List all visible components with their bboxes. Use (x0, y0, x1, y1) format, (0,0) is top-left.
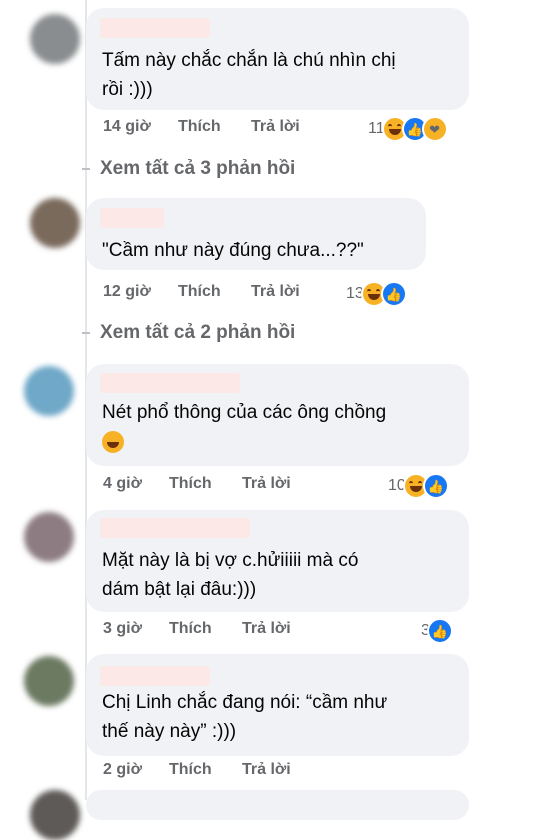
timestamp[interactable]: 3 giờ (103, 620, 169, 638)
comment-bubble: Nét phổ thông của các ông chồng (86, 364, 469, 466)
reaction-summary[interactable]: 3 👍 (421, 618, 453, 644)
reply-link[interactable]: Trả lời (242, 620, 291, 638)
like-link[interactable]: Thích (169, 620, 242, 638)
reply-dash (82, 168, 90, 170)
like-link[interactable]: Thích (169, 475, 242, 493)
reaction-summary[interactable]: 10 👍 (388, 473, 449, 499)
haha-icon (381, 116, 408, 142)
reply-link[interactable]: Trả lời (251, 283, 300, 301)
comment-bubble: Mặt này là bị vợ c.hửiiiii mà có dám bật… (86, 510, 469, 612)
like-link[interactable]: Thích (178, 118, 251, 136)
reaction-summary[interactable]: 13 👍 (346, 281, 407, 307)
view-replies-link[interactable]: Xem tất cả 3 phản hồi (82, 158, 295, 180)
author-name-redacted[interactable] (100, 373, 240, 393)
reply-link[interactable]: Trả lời (242, 761, 291, 779)
comment-bubble: Tấm này chắc chắn là chú nhìn chị rồi :)… (86, 8, 469, 110)
comment-actions: 12 giờ Thích Trả lời (103, 283, 300, 301)
like-link[interactable]: Thích (169, 761, 242, 779)
author-name-redacted[interactable] (100, 208, 164, 228)
reply-link[interactable]: Trả lời (251, 118, 300, 136)
comment-text: "Cầm như này đúng chưa...??" (102, 240, 364, 261)
avatar[interactable] (30, 790, 80, 840)
comment-bubble: "Cầm như này đúng chưa...??" (86, 198, 426, 270)
author-name-redacted[interactable] (100, 518, 250, 538)
timestamp[interactable]: 2 giờ (103, 761, 169, 779)
timestamp[interactable]: 12 giờ (103, 283, 178, 301)
like-link[interactable]: Thích (178, 283, 251, 301)
view-replies-label: Xem tất cả 3 phản hồi (100, 158, 296, 179)
view-replies-label: Xem tất cả 2 phản hồi (100, 322, 296, 343)
comment-actions: 4 giờ Thích Trả lời (103, 475, 291, 493)
comment-text: Tấm này chắc chắn là chú nhìn chị rồi :)… (102, 50, 396, 100)
laughing-emoji-icon (102, 430, 124, 453)
view-replies-link[interactable]: Xem tất cả 2 phản hồi (82, 322, 295, 344)
avatar[interactable] (24, 512, 74, 562)
avatar[interactable] (24, 656, 74, 706)
avatar[interactable] (30, 198, 80, 248)
reply-dash (82, 332, 90, 334)
comment-actions: 2 giờ Thích Trả lời (103, 761, 291, 779)
author-name-redacted[interactable] (100, 666, 210, 686)
comment-text: Mặt này là bị vợ c.hửiiiii mà có dám bật… (102, 550, 359, 600)
comment-text: Chị Linh chắc đang nói: “cầm như thế này… (102, 692, 388, 742)
comment-actions: 14 giờ Thích Trả lời (103, 118, 300, 136)
reaction-summary[interactable]: 11 👍 ❤ (368, 116, 448, 142)
comment-bubble: Chị Linh chắc đang nói: “cầm như thế này… (86, 654, 469, 756)
care-icon: ❤ (421, 116, 448, 142)
avatar[interactable] (24, 366, 74, 416)
avatar[interactable] (30, 14, 80, 64)
like-icon: 👍 (426, 618, 453, 644)
comment-actions: 3 giờ Thích Trả lời (103, 620, 291, 638)
timestamp[interactable]: 4 giờ (103, 475, 169, 493)
author-name-redacted[interactable] (100, 18, 210, 38)
reply-link[interactable]: Trả lời (242, 475, 291, 493)
comment-text: Nét phổ thông của các ông chồng (102, 398, 386, 456)
timestamp[interactable]: 14 giờ (103, 118, 178, 136)
comment-bubble (86, 790, 469, 820)
